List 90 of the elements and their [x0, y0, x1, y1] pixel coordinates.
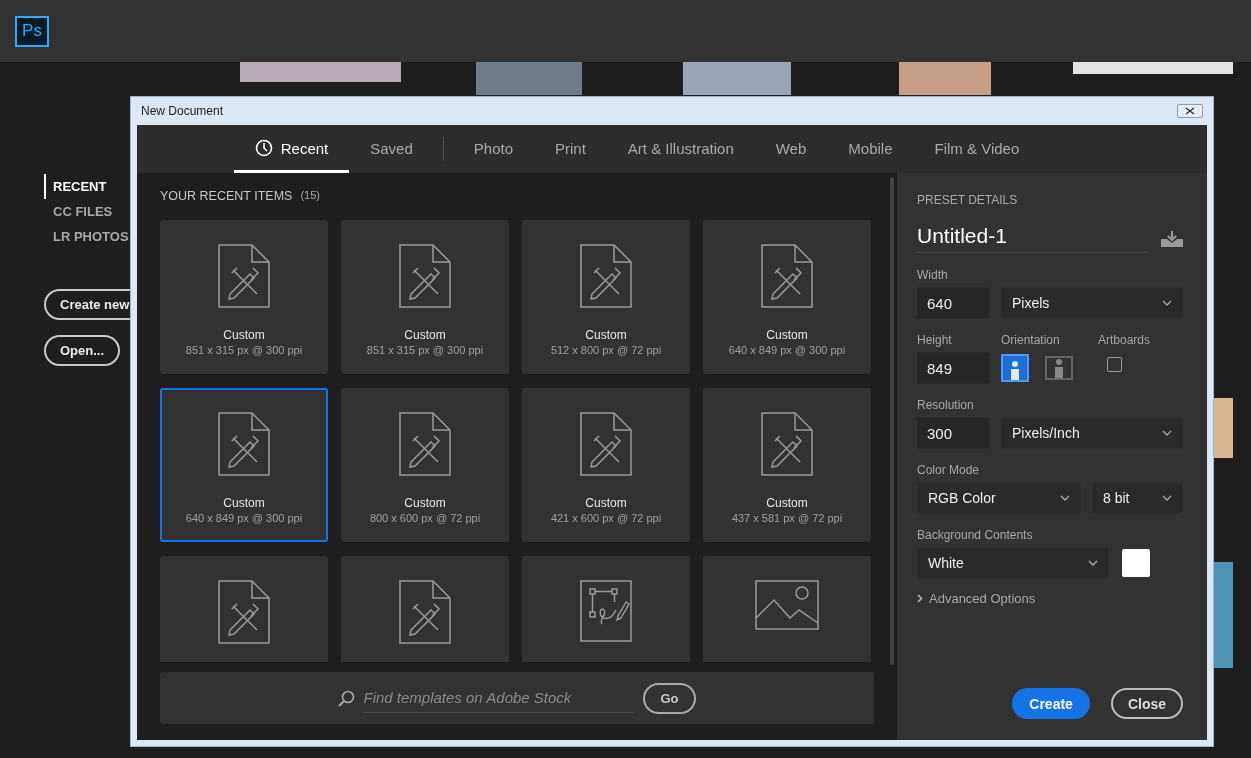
chevron-down-icon — [1088, 560, 1098, 566]
chevron-down-icon — [1162, 300, 1172, 306]
recent-item-card[interactable]: Custom 421 x 600 px @ 72 ppi — [522, 388, 690, 542]
item-size: 421 x 600 px @ 72 ppi — [550, 512, 662, 524]
recent-item-card[interactable]: Custom 640 x 849 px @ 300 ppi — [160, 388, 328, 542]
recent-item-card[interactable]: Custom 640 x 849 px @ 300 ppi — [703, 220, 871, 374]
document-ruler-pencil-icon — [399, 244, 451, 308]
save-preset-icon[interactable] — [1161, 230, 1183, 247]
field-label: Height — [917, 333, 953, 347]
item-name: Custom — [223, 328, 265, 342]
field-label: Background Contents — [917, 528, 1034, 542]
scrollbar[interactable] — [890, 177, 894, 665]
search-field[interactable]: Find templates on Adobe Stock — [363, 683, 634, 713]
image-icon — [755, 580, 819, 630]
item-name: Custom — [223, 496, 265, 510]
item-name: Custom — [766, 496, 808, 510]
close-icon — [1185, 107, 1195, 115]
field-label: Artboards — [1098, 333, 1151, 347]
document-name-field[interactable]: Untitled-1 — [917, 224, 1148, 253]
height-field[interactable]: 849 — [917, 352, 990, 384]
go-button[interactable]: Go — [643, 682, 696, 714]
item-size: 640 x 849 px @ 300 ppi — [728, 344, 846, 356]
item-name: Custom — [404, 328, 446, 342]
artboards-checkbox[interactable] — [1107, 356, 1122, 372]
document-ruler-pencil-icon — [399, 412, 451, 476]
open-button[interactable]: Open... — [44, 335, 121, 366]
document-ruler-pencil-icon — [218, 244, 270, 308]
document-ruler-pencil-icon — [761, 412, 813, 476]
item-size: 851 x 315 px @ 300 ppi — [366, 344, 484, 356]
document-ruler-pencil-icon — [761, 244, 813, 308]
recent-item-card[interactable]: Custom 851 x 315 px @ 300 ppi — [341, 220, 509, 374]
item-size: 640 x 849 px @ 300 ppi — [185, 512, 303, 524]
item-size: 800 x 600 px @ 72 ppi — [369, 512, 481, 524]
tab[interactable]: Art & Illustration — [606, 125, 755, 173]
close-button[interactable]: Close — [1110, 688, 1183, 719]
chevron-down-icon — [1060, 495, 1070, 501]
document-ruler-pencil-icon — [218, 412, 270, 476]
item-size: 512 x 800 px @ 72 ppi — [550, 344, 662, 356]
field-label: Orientation — [1001, 333, 1061, 347]
field-label: Resolution — [917, 398, 975, 412]
bit-depth-dropdown[interactable]: 8 bit — [1092, 482, 1183, 514]
item-size: 437 x 581 px @ 72 ppi — [731, 512, 843, 524]
document-ruler-pencil-icon — [580, 412, 632, 476]
field-label: Width — [917, 268, 949, 282]
window-close-button[interactable] — [1177, 104, 1203, 118]
photo-placeholder — [1213, 398, 1233, 458]
tab[interactable]: Web — [754, 125, 828, 173]
item-name: Custom — [585, 496, 627, 510]
resolution-unit-dropdown[interactable]: Pixels/Inch — [1001, 417, 1183, 449]
document-ruler-pencil-icon — [218, 580, 270, 644]
recent-item-card[interactable]: Custom 800 x 600 px @ 72 ppi — [341, 388, 509, 542]
portrait-orientation-button[interactable] — [1001, 354, 1029, 382]
chevron-icon — [917, 594, 923, 603]
item-name: Custom — [766, 328, 808, 342]
landscape-orientation-button[interactable] — [1045, 356, 1073, 380]
tab[interactable]: Mobile — [827, 125, 914, 173]
item-count: (15) — [300, 189, 320, 203]
item-size: 851 x 315 px @ 300 ppi — [185, 344, 303, 356]
dialog-title: New Document — [141, 104, 224, 118]
create-button[interactable]: Create — [1012, 688, 1090, 719]
recent-item-card[interactable]: Custom 437 x 581 px @ 72 ppi — [703, 388, 871, 542]
chevron-down-icon — [1162, 430, 1172, 436]
recent-item-card[interactable]: Custom 512 x 800 px @ 72 ppi — [522, 220, 690, 374]
document-ruler-pencil-icon — [580, 244, 632, 308]
chevron-down-icon — [1162, 495, 1172, 501]
tab[interactable]: Photo — [452, 125, 534, 173]
field-label: Color Mode — [917, 463, 981, 477]
artboard-pen-icon — [580, 580, 632, 642]
person-icon — [1053, 358, 1065, 378]
panel-heading: PRESET DETAILS — [917, 193, 1019, 207]
tab[interactable]: Saved — [349, 125, 434, 173]
width-unit-dropdown[interactable]: Pixels — [1001, 287, 1183, 319]
tab[interactable]: Print — [534, 125, 607, 173]
background-dropdown[interactable]: White — [917, 547, 1109, 579]
item-name: Custom — [404, 496, 446, 510]
clock-icon — [254, 139, 273, 157]
tab[interactable]: Recent — [233, 125, 350, 173]
search-icon — [338, 689, 356, 707]
app-logo: Ps — [15, 15, 49, 47]
item-name: Custom — [585, 328, 627, 342]
section-heading: YOUR RECENT ITEMS — [160, 189, 293, 203]
recent-item-card[interactable]: Custom 851 x 315 px @ 300 ppi — [160, 220, 328, 374]
color-mode-dropdown[interactable]: RGB Color — [917, 482, 1081, 514]
tab[interactable]: Film & Video — [913, 125, 1041, 173]
person-icon — [1009, 360, 1021, 380]
document-ruler-pencil-icon — [399, 580, 451, 644]
advanced-options-toggle[interactable]: Advanced Options — [917, 591, 1183, 606]
color-swatch[interactable] — [1122, 549, 1150, 577]
resolution-field[interactable]: 300 — [917, 417, 990, 449]
width-field[interactable]: 640 — [917, 287, 990, 319]
